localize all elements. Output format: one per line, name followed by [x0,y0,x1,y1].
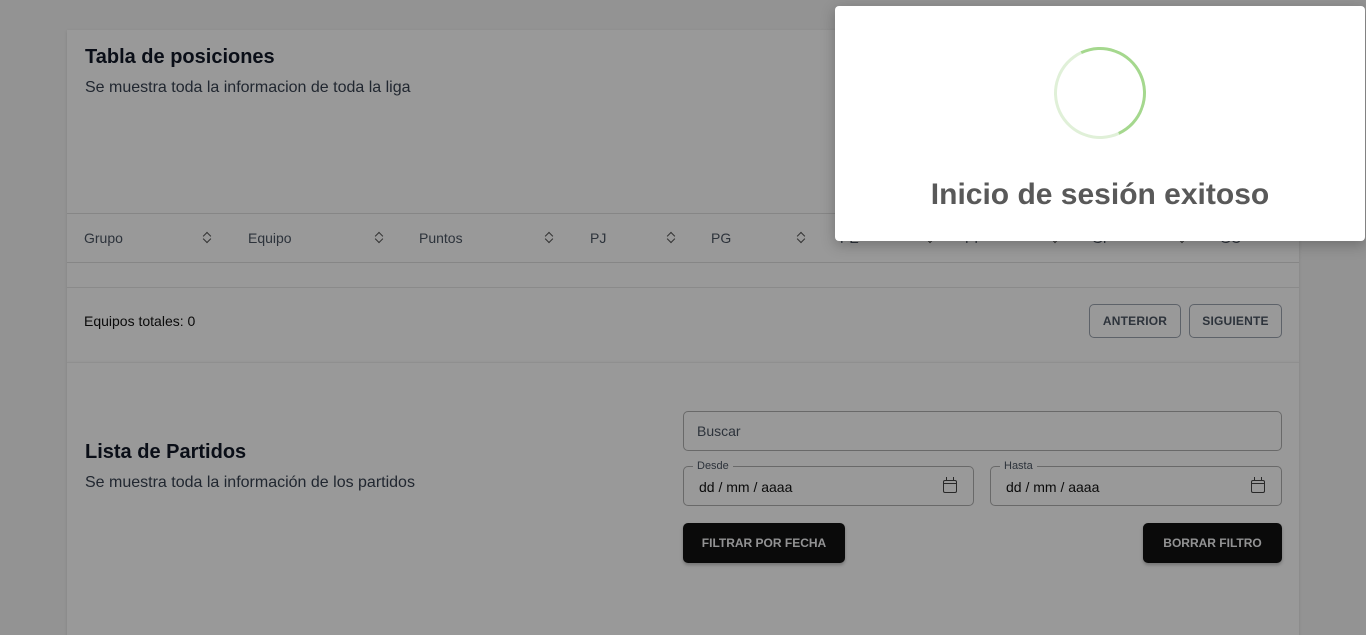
loading-spinner-icon [1041,34,1159,152]
page: Tabla de posiciones Se muestra toda la i… [0,0,1366,635]
dialog-message: Inicio de sesión exitoso [930,178,1270,211]
login-success-dialog: Inicio de sesión exitoso [835,6,1365,241]
